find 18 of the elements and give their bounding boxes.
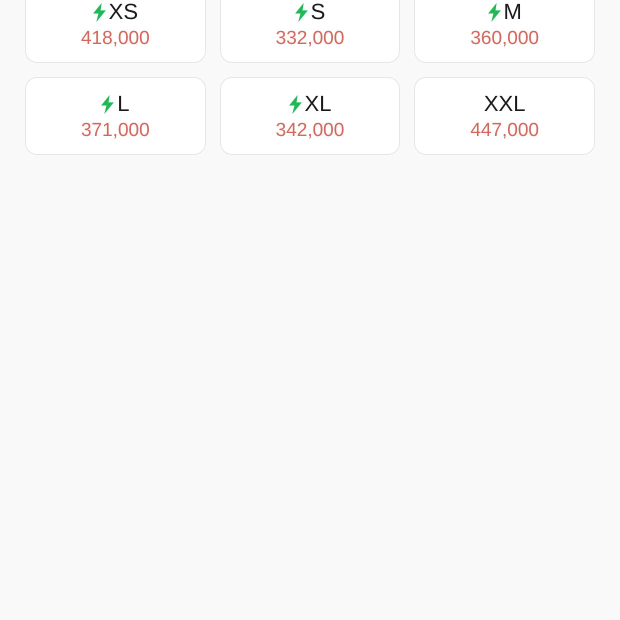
price: 418,000	[80, 27, 150, 51]
size-option[interactable]: XL 342,000	[220, 77, 400, 155]
price: 360,000	[470, 27, 539, 51]
size-option[interactable]: S 332,000	[220, 0, 400, 63]
size-label: XL	[304, 92, 332, 116]
size-label: L	[117, 92, 130, 116]
price: 447,000	[470, 119, 539, 143]
price: 332,000	[276, 27, 344, 51]
size-label: XS	[108, 0, 138, 24]
size-option[interactable]: L 371,000	[25, 77, 206, 155]
size-option[interactable]: XS 418,000	[25, 0, 206, 63]
size-option[interactable]: M 360,000	[414, 0, 595, 63]
price: 342,000	[276, 119, 344, 143]
price: 371,000	[80, 119, 150, 143]
size-option[interactable]: XXL 447,000	[414, 77, 595, 155]
size-label: S	[310, 0, 326, 24]
size-label: M	[504, 0, 522, 24]
size-label: XXL	[484, 92, 526, 116]
